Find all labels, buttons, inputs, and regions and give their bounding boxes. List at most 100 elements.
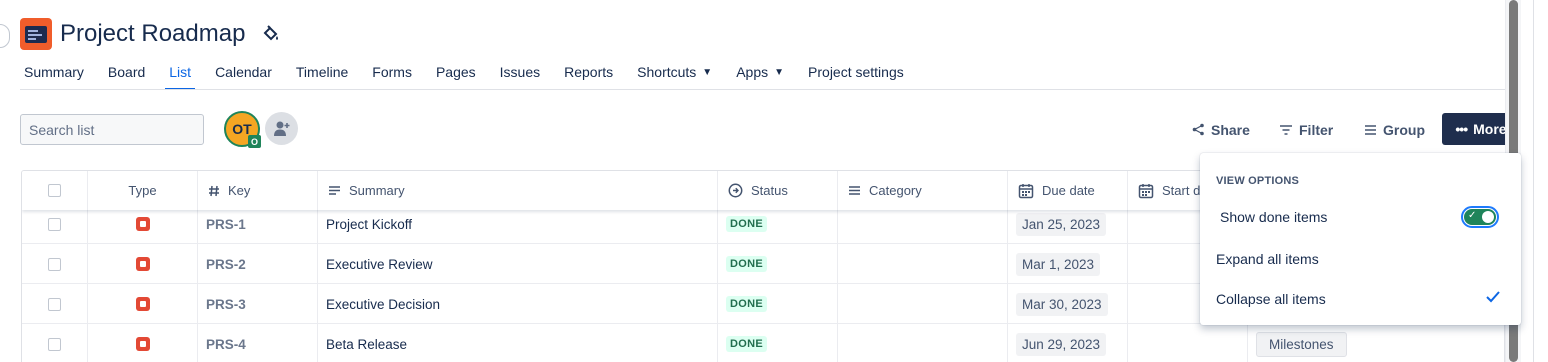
- calendar-icon: [1138, 183, 1154, 198]
- text-lines-icon: [329, 186, 340, 195]
- issue-key[interactable]: PRS-2: [206, 257, 246, 272]
- panel-divider: [1533, 0, 1534, 362]
- due-date-value[interactable]: Mar 30, 2023: [1016, 292, 1108, 316]
- add-people-button[interactable]: [265, 112, 298, 145]
- row-checkbox[interactable]: [48, 257, 61, 271]
- status-cell[interactable]: DONE: [718, 324, 838, 362]
- column-header-category[interactable]: Category: [838, 171, 1008, 210]
- page-title: Project Roadmap: [60, 20, 246, 47]
- filter-button[interactable]: Filter: [1279, 114, 1333, 145]
- summary-cell[interactable]: Executive Decision: [318, 284, 718, 324]
- column-header-due-date[interactable]: Due date: [1008, 171, 1128, 210]
- milestone-type-icon: [135, 297, 150, 311]
- issue-summary[interactable]: Executive Review: [326, 257, 433, 272]
- search-box[interactable]: [20, 114, 210, 145]
- column-header-status[interactable]: Status: [718, 171, 838, 210]
- chevron-down-icon: ▼: [702, 67, 713, 78]
- issue-key[interactable]: PRS-1: [206, 217, 246, 232]
- filter-icon: [1280, 124, 1292, 135]
- tab-calendar[interactable]: Calendar: [211, 62, 276, 90]
- issue-summary[interactable]: Project Kickoff: [326, 217, 412, 232]
- check-icon: ✓: [1468, 210, 1477, 221]
- tab-shortcuts[interactable]: Shortcuts ▼: [633, 62, 716, 90]
- category-cell[interactable]: [838, 244, 1008, 284]
- row-checkbox-cell[interactable]: [22, 244, 88, 284]
- row-checkbox[interactable]: [48, 217, 61, 231]
- status-cell[interactable]: DONE: [718, 244, 838, 284]
- tab-list[interactable]: List: [165, 62, 195, 90]
- show-done-toggle[interactable]: ✓: [1461, 206, 1499, 228]
- tab-board[interactable]: Board: [104, 62, 149, 90]
- summary-cell[interactable]: Beta Release: [318, 324, 718, 362]
- issue-key[interactable]: PRS-4: [206, 337, 246, 352]
- status-badge[interactable]: DONE: [726, 256, 767, 272]
- status-cell[interactable]: DONE: [718, 204, 838, 244]
- tabs-divider: [20, 89, 1520, 90]
- expand-all-items-option[interactable]: Expand all items: [1200, 241, 1521, 277]
- key-cell[interactable]: PRS-4: [198, 324, 318, 362]
- column-header-summary[interactable]: Summary: [318, 171, 718, 210]
- issue-summary[interactable]: Executive Decision: [326, 297, 440, 312]
- category-cell[interactable]: [838, 324, 1008, 362]
- row-checkbox-cell[interactable]: [22, 204, 88, 244]
- category-cell[interactable]: [838, 284, 1008, 324]
- key-cell[interactable]: PRS-1: [198, 204, 318, 244]
- due-date-value[interactable]: Jun 29, 2023: [1016, 332, 1107, 356]
- select-all-checkbox[interactable]: [48, 184, 61, 197]
- ellipsis-icon: •••: [1455, 121, 1468, 137]
- toggle-knob: [1482, 211, 1494, 223]
- status-badge[interactable]: DONE: [726, 296, 767, 312]
- milestone-tag[interactable]: Milestones: [1256, 331, 1347, 357]
- select-all-checkbox-cell[interactable]: [22, 171, 88, 210]
- key-cell[interactable]: PRS-3: [198, 284, 318, 324]
- search-input[interactable]: [29, 121, 210, 138]
- hash-icon: [209, 185, 219, 196]
- tab-timeline[interactable]: Timeline: [292, 62, 352, 90]
- paint-bucket-icon[interactable]: [262, 25, 280, 43]
- due-date-cell[interactable]: Jan 25, 2023: [1008, 204, 1128, 244]
- column-header-type[interactable]: Type: [88, 171, 198, 210]
- type-cell: [88, 284, 198, 324]
- status-cell[interactable]: DONE: [718, 284, 838, 324]
- tab-apps[interactable]: Apps ▼: [732, 62, 788, 90]
- row-checkbox[interactable]: [48, 337, 61, 351]
- row-checkbox-cell[interactable]: [22, 284, 88, 324]
- due-date-cell[interactable]: Mar 30, 2023: [1008, 284, 1128, 324]
- row-checkbox[interactable]: [48, 297, 61, 311]
- view-options-heading: VIEW OPTIONS: [1216, 175, 1300, 187]
- share-button[interactable]: Share: [1192, 114, 1250, 145]
- tab-pages[interactable]: Pages: [432, 62, 480, 90]
- tab-project-settings[interactable]: Project settings: [804, 62, 908, 90]
- issue-key[interactable]: PRS-3: [206, 297, 246, 312]
- due-date-value[interactable]: Jan 25, 2023: [1016, 212, 1107, 236]
- due-date-value[interactable]: Mar 1, 2023: [1016, 252, 1101, 276]
- summary-cell[interactable]: Executive Review: [318, 244, 718, 284]
- table-row[interactable]: PRS-4 Beta Release DONE Jun 29, 2023 Mil…: [22, 324, 1504, 362]
- key-cell[interactable]: PRS-2: [198, 244, 318, 284]
- checkmark-icon: [1486, 291, 1500, 303]
- due-date-cell[interactable]: Jun 29, 2023: [1008, 324, 1128, 362]
- issue-summary[interactable]: Beta Release: [326, 337, 407, 352]
- start-date-cell[interactable]: [1128, 324, 1248, 362]
- add-person-icon: [273, 121, 289, 136]
- calendar-icon: [1018, 183, 1034, 198]
- milestone-type-icon: [135, 217, 150, 231]
- milestone-type-icon: [135, 257, 150, 271]
- status-badge[interactable]: DONE: [726, 336, 767, 352]
- milestone-cell[interactable]: Milestones: [1248, 324, 1504, 362]
- group-button[interactable]: Group: [1364, 114, 1425, 145]
- summary-cell[interactable]: Project Kickoff: [318, 204, 718, 244]
- tab-summary[interactable]: Summary: [20, 62, 88, 90]
- status-badge[interactable]: DONE: [726, 216, 767, 232]
- tab-reports[interactable]: Reports: [560, 62, 617, 90]
- category-cell[interactable]: [838, 204, 1008, 244]
- due-date-cell[interactable]: Mar 1, 2023: [1008, 244, 1128, 284]
- row-checkbox-cell[interactable]: [22, 324, 88, 362]
- avatar[interactable]: OT O: [224, 111, 261, 148]
- column-header-key[interactable]: Key: [198, 171, 318, 210]
- collapse-all-items-option[interactable]: Collapse all items: [1200, 281, 1521, 317]
- view-options-menu: VIEW OPTIONS Show done items ✓ Expand al…: [1200, 153, 1521, 325]
- tab-forms[interactable]: Forms: [368, 62, 416, 90]
- sidebar-collapse-handle[interactable]: [0, 24, 10, 48]
- tab-issues[interactable]: Issues: [496, 62, 544, 90]
